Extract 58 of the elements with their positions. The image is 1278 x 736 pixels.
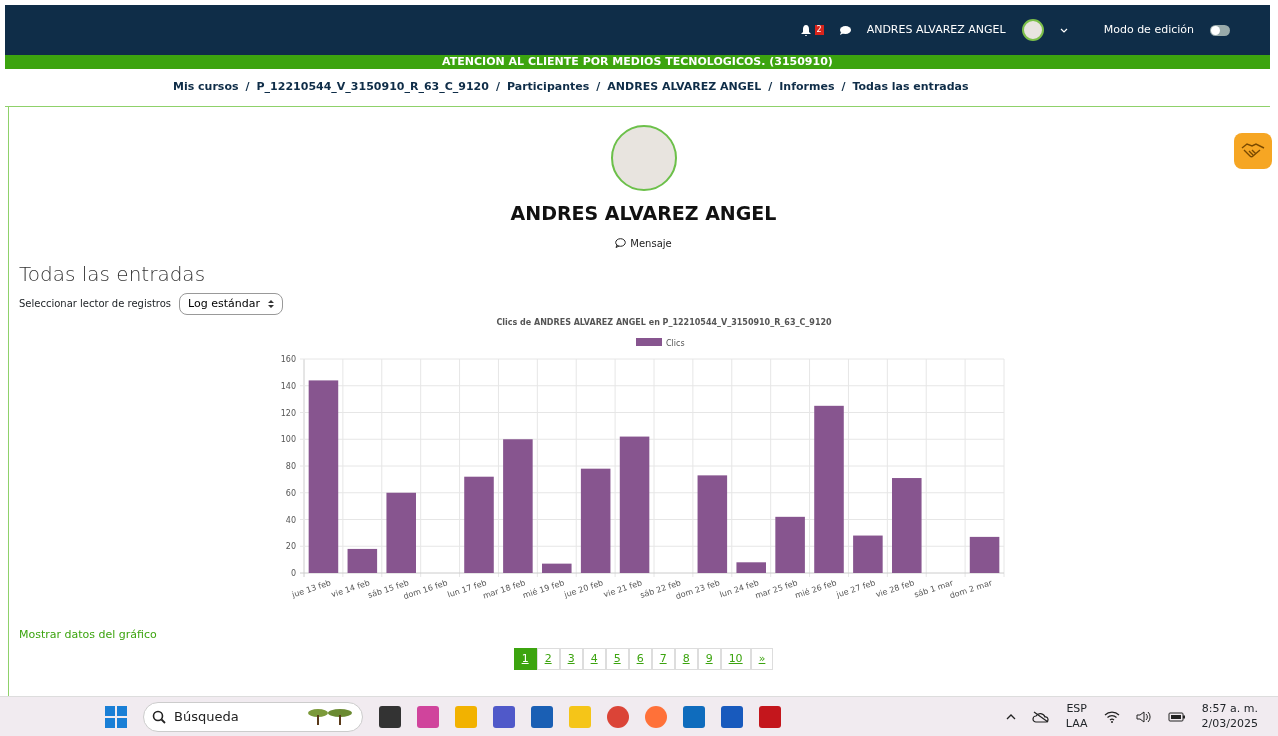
y-tick-label: 100: [280, 435, 296, 445]
language-indicator[interactable]: ESP LAA: [1065, 702, 1088, 731]
log-reader-select[interactable]: Log estándar: [179, 292, 283, 315]
y-tick-label: 140: [280, 381, 296, 391]
bar: [347, 548, 377, 573]
breadcrumb-link[interactable]: Mis cursos: [173, 79, 239, 96]
breadcrumb-separator: /: [768, 79, 773, 96]
trees-icon: [306, 706, 354, 727]
breadcrumb-link[interactable]: Informes: [779, 79, 835, 96]
speech-bubble-icon: [615, 238, 627, 248]
breadcrumb-link[interactable]: ANDRES ALVAREZ ANGEL: [607, 79, 762, 96]
notification-count: 2: [814, 25, 824, 35]
taskbar-search-field[interactable]: Búsqueda: [143, 701, 363, 732]
page-heading: Todas las entradas: [19, 260, 207, 288]
breadcrumb-link[interactable]: P_12210544_V_3150910_R_63_C_9120: [256, 79, 489, 96]
message-link[interactable]: Mensaje: [615, 235, 672, 251]
y-tick-label: 60: [285, 488, 296, 498]
legend-label: Clics: [665, 339, 685, 348]
y-tick-label: 0: [290, 569, 296, 578]
x-tick-label: vie 28 feb: [874, 578, 915, 600]
breadcrumb-separator: /: [841, 79, 846, 96]
edit-mode-toggle[interactable]: [1210, 24, 1230, 36]
bar: [969, 536, 999, 573]
breadcrumb-separator: /: [245, 79, 250, 96]
chat-icon[interactable]: [839, 25, 851, 35]
cloud-off-icon[interactable]: [1031, 710, 1050, 723]
log-reader-label: Seleccionar lector de registros: [19, 297, 172, 312]
speaker-icon[interactable]: [1135, 710, 1152, 723]
chart-title: Clics de ANDRES ALVAREZ ANGEL en P_12210544_V_3150910_R_63_C_9120: [495, 318, 832, 327]
course-title-bar: ATENCION AL CLIENTE POR MEDIOS TECNOLOGICOS. (3150910): [5, 55, 1270, 69]
edit-mode-label: Modo de edición: [1103, 21, 1194, 38]
bar: [541, 563, 572, 573]
bell-icon[interactable]: [800, 24, 811, 36]
x-tick-label: jue 13 feb: [290, 578, 332, 600]
y-tick-label: 20: [285, 542, 296, 552]
breadcrumb-separator: /: [596, 79, 601, 96]
y-tick-label: 120: [280, 408, 296, 418]
breadcrumb-separator: /: [495, 79, 500, 96]
y-tick-label: 160: [280, 355, 296, 364]
bar: [774, 516, 805, 573]
caret-icon[interactable]: [1059, 27, 1068, 33]
y-tick-label: 80: [285, 462, 296, 471]
breadcrumb-link[interactable]: Participantes: [506, 79, 590, 96]
sort-arrows-icon: [267, 299, 274, 308]
user-name[interactable]: ANDRES ALVAREZ ANGEL: [866, 21, 1006, 39]
start-icon[interactable]: [105, 705, 127, 728]
battery-icon[interactable]: [1167, 711, 1186, 722]
wifi-icon[interactable]: [1103, 710, 1120, 723]
clock[interactable]: 8:57 a. m. 2/03/2025: [1201, 702, 1258, 731]
breadcrumb-link[interactable]: Todas las entradas: [852, 79, 969, 96]
help-button[interactable]: [1234, 133, 1272, 169]
profile-name: ANDRES ALVAREZ ANGEL: [510, 201, 777, 226]
chevron-up-icon[interactable]: [1005, 713, 1016, 720]
bar: [735, 562, 766, 573]
search-icon: [152, 709, 166, 724]
bar: [852, 535, 883, 573]
user-avatar[interactable]: [1021, 19, 1044, 41]
y-tick-label: 40: [285, 515, 296, 525]
